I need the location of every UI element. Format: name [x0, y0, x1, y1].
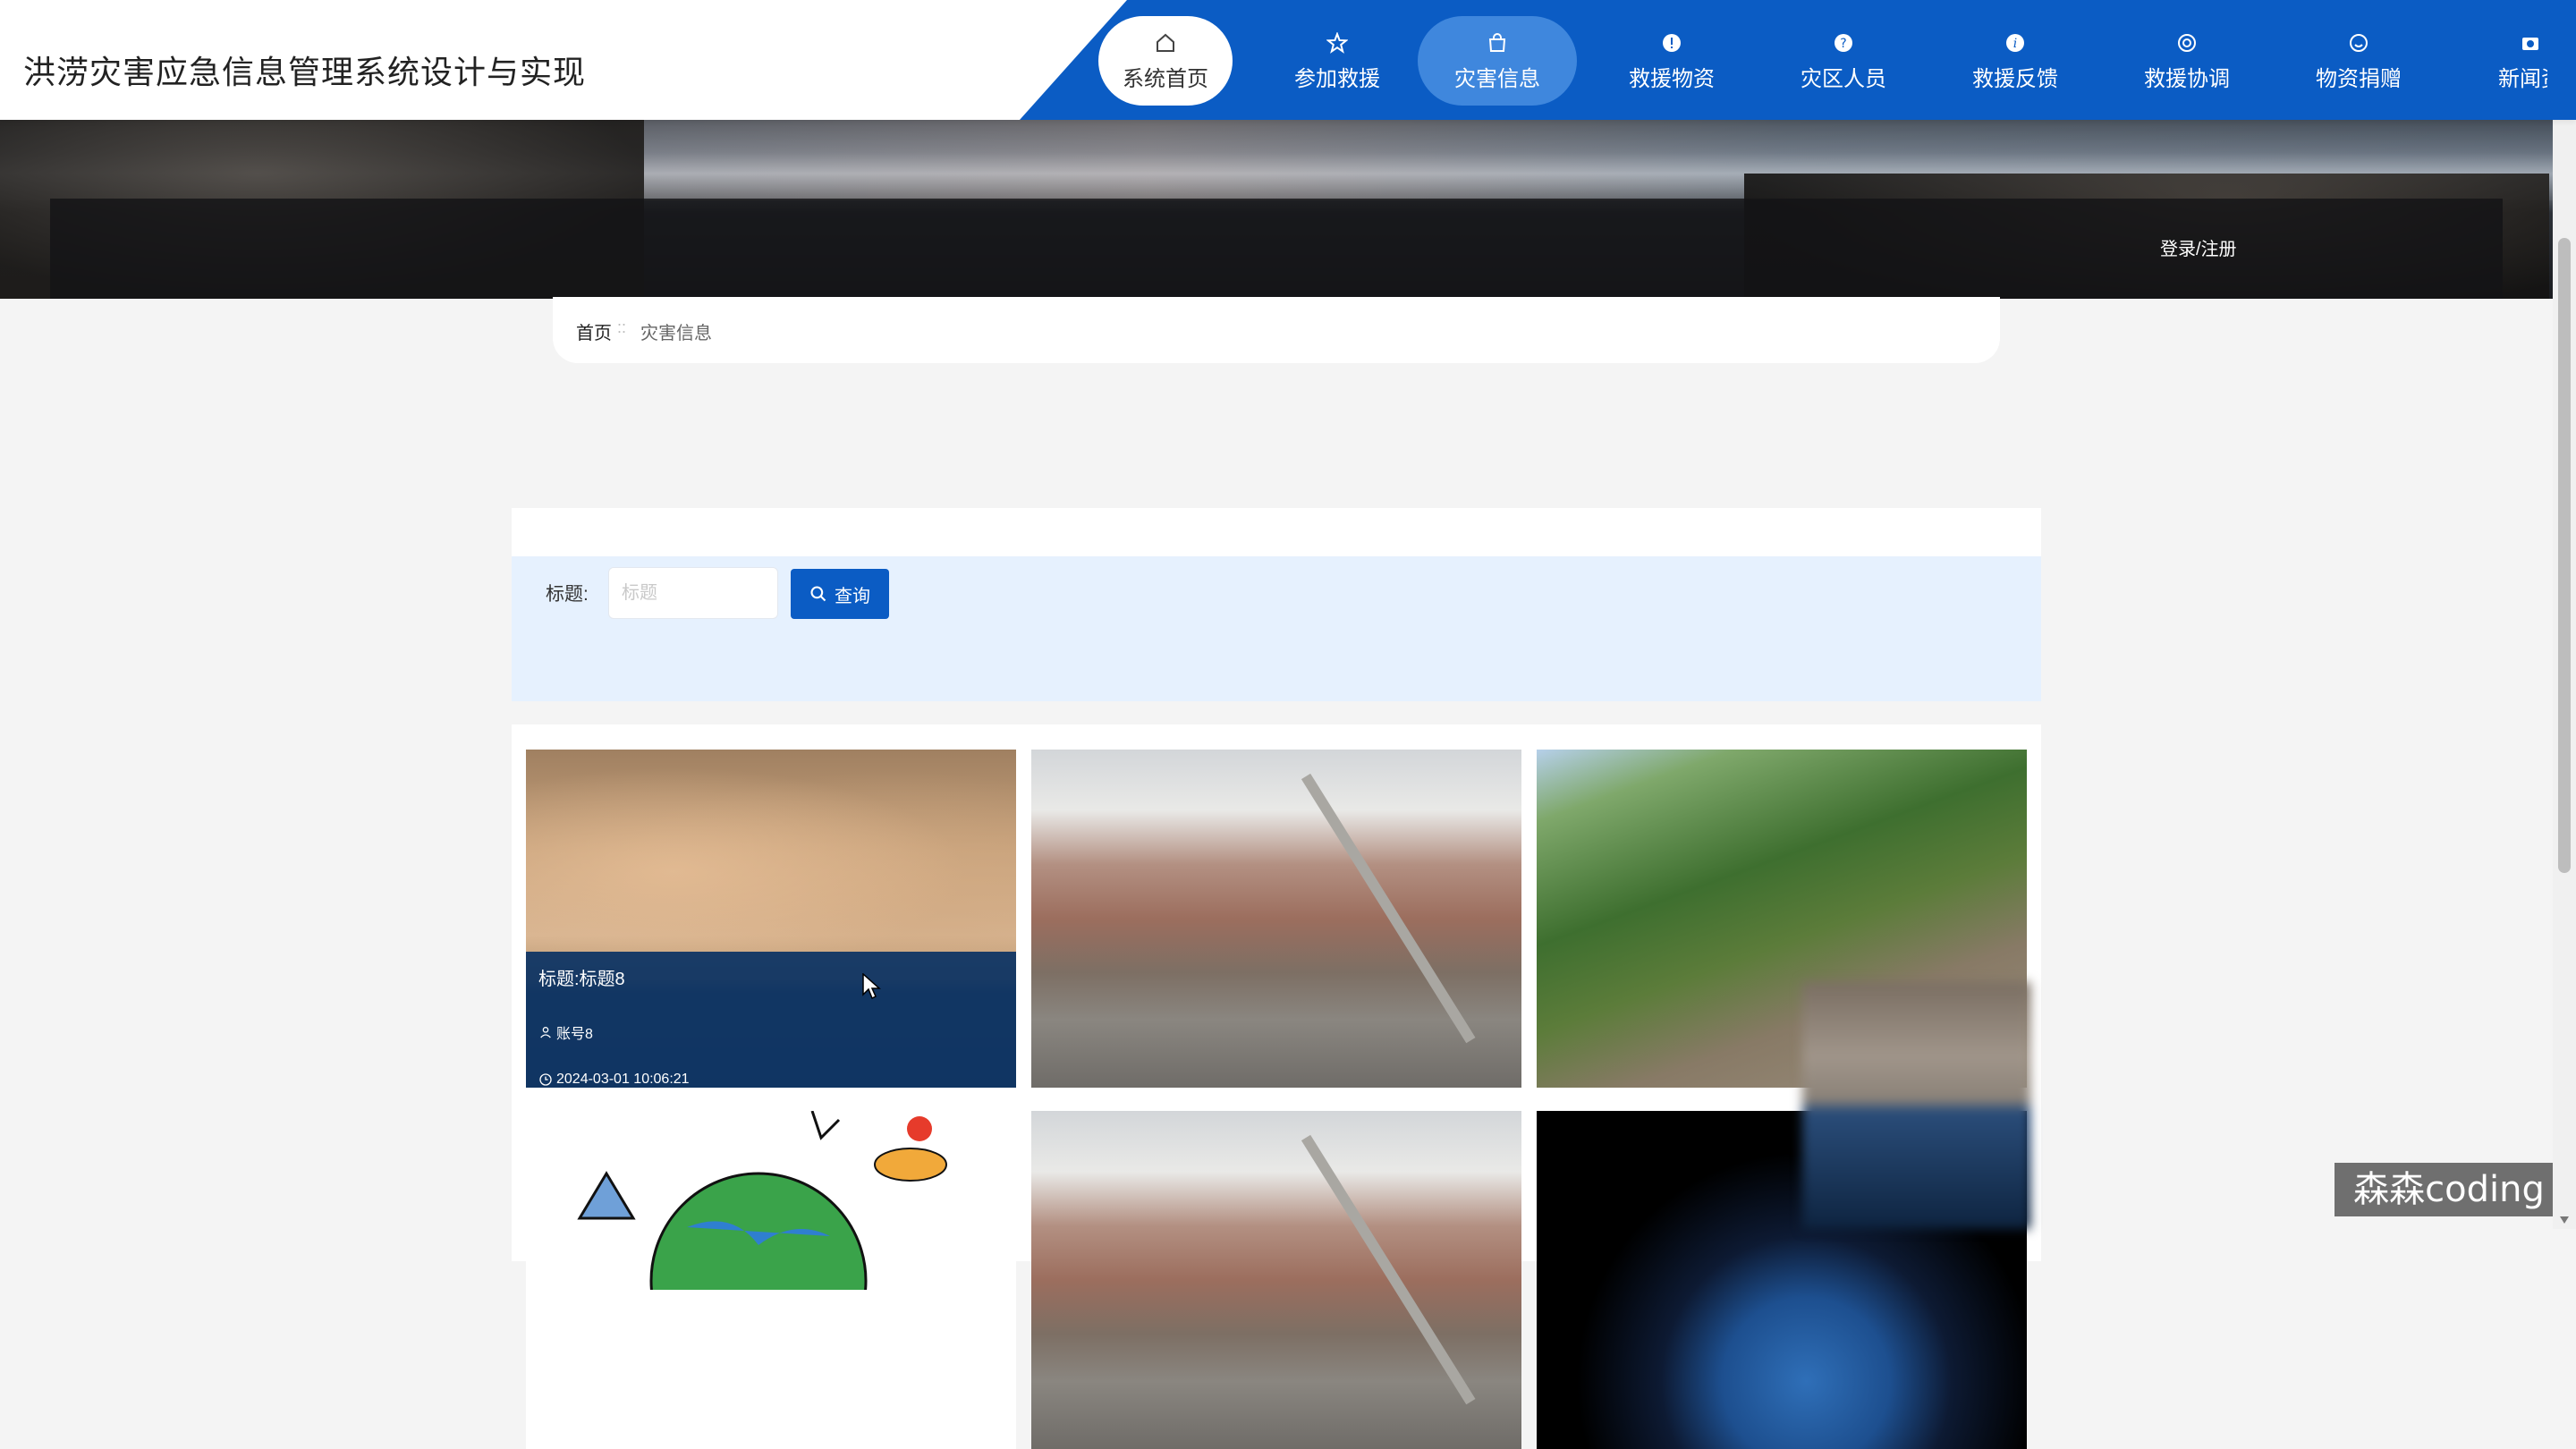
home-icon — [1157, 33, 1174, 52]
nav-label: 新闻资 — [2498, 67, 2547, 91]
nav-label: 物资捐赠 — [2316, 67, 2402, 91]
nav-item-news[interactable]: 新闻资 — [2463, 16, 2547, 106]
nav-item-join-rescue[interactable]: 参加救援 — [1270, 16, 1404, 106]
search-label: 标题: — [546, 584, 589, 605]
search-icon — [810, 586, 826, 602]
bag-icon — [1488, 33, 1506, 52]
nav-item-rescue-coordination[interactable]: 救援协调 — [2120, 16, 2254, 106]
card-title: 标题:标题8 — [538, 970, 625, 989]
nav-label: 灾区人员 — [1801, 67, 1886, 91]
disasters-illustration — [577, 1111, 947, 1390]
search-button[interactable]: 查询 — [791, 569, 889, 619]
nav-label: 救援反馈 — [1972, 67, 2058, 91]
site-title: 洪涝灾害应急信息管理系统设计与实现 — [23, 54, 587, 90]
banner-overlay — [50, 199, 2503, 299]
svg-text:?: ? — [1840, 37, 1846, 51]
nav-label: 救援协调 — [2144, 67, 2230, 91]
star-icon — [1326, 32, 1348, 54]
nav-item-rescue-supplies[interactable]: 救援物资 — [1605, 16, 1739, 106]
card-account: 账号8 — [538, 1021, 593, 1043]
card-image — [1031, 1111, 1521, 1449]
nav-item-disaster-info[interactable]: 灾害信息 — [1418, 16, 1577, 106]
search-panel-header — [512, 508, 2041, 556]
search-panel: 标题: 查询 — [512, 508, 2041, 701]
watermark: 森森coding — [2334, 1163, 2563, 1216]
disaster-card[interactable]: 标题:标题8 账号8 2024-03-01 10:06:21 — [526, 750, 1016, 1088]
smile-icon — [2350, 34, 2368, 52]
main-nav: 系统首页 参加救援 灾害信息 救援物资 ? 灾区人员 i 救援反馈 救援协调 物… — [1098, 0, 2547, 120]
top-header: 洪涝灾害应急信息管理系统设计与实现 系统首页 参加救援 灾害信息 救援物资 ? … — [0, 0, 2576, 120]
card-date: 2024-03-01 10:06:21 — [538, 1072, 690, 1088]
nav-item-home[interactable]: 系统首页 — [1098, 16, 1233, 106]
card-info-overlay: 标题:标题8 账号8 2024-03-01 10:06:21 — [526, 952, 1016, 1088]
user-icon — [540, 1027, 551, 1038]
alert-icon — [1663, 34, 1681, 52]
nav-label: 灾害信息 — [1454, 67, 1540, 91]
question-icon: ? — [1835, 34, 1852, 52]
card-account-text: 账号8 — [556, 1027, 593, 1042]
disaster-card[interactable] — [526, 1111, 1016, 1449]
login-register-link[interactable]: 登录/注册 — [2160, 234, 2237, 260]
lifebuoy-icon — [2178, 34, 2196, 52]
clock-icon — [539, 1073, 552, 1086]
mouse-cursor-icon — [862, 973, 881, 1000]
nav-label: 系统首页 — [1123, 67, 1208, 91]
card-image — [526, 1111, 1016, 1449]
disaster-card[interactable] — [1031, 1111, 1521, 1449]
nav-label: 参加救援 — [1294, 67, 1380, 91]
hero-banner: 登录/注册 — [0, 120, 2553, 299]
page-scrollbar[interactable] — [2553, 0, 2576, 1229]
breadcrumb-current: 灾害信息 — [640, 324, 712, 343]
card-image — [1031, 750, 1521, 1088]
scroll-down-arrow-icon[interactable] — [2560, 1216, 2569, 1224]
card-date-text: 2024-03-01 10:06:21 — [556, 1072, 690, 1087]
camera-icon — [2522, 38, 2538, 50]
nav-item-affected-people[interactable]: ? 灾区人员 — [1776, 16, 1911, 106]
svg-text:i: i — [2013, 37, 2017, 51]
disaster-card[interactable] — [1031, 750, 1521, 1088]
nav-label: 救援物资 — [1629, 67, 1715, 91]
blurred-popup — [1802, 982, 2030, 1229]
search-button-label: 查询 — [835, 586, 870, 606]
info-icon: i — [2006, 34, 2024, 52]
nav-item-supply-donation[interactable]: 物资捐赠 — [2292, 16, 2426, 106]
breadcrumb: 首页 :: 灾害信息 — [553, 297, 2000, 363]
title-search-input[interactable] — [608, 567, 778, 619]
breadcrumb-home[interactable]: 首页 — [576, 318, 612, 344]
scrollbar-thumb[interactable] — [2558, 238, 2571, 873]
nav-item-rescue-feedback[interactable]: i 救援反馈 — [1948, 16, 2082, 106]
breadcrumb-separator: :: — [617, 318, 627, 336]
